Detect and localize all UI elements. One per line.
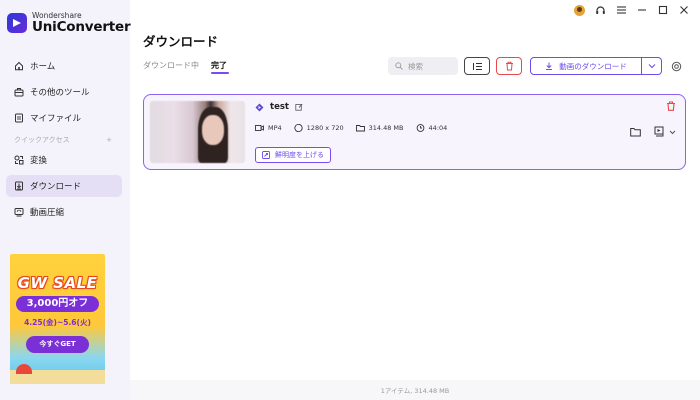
sidebar-item-label: その他のツール [30, 88, 90, 98]
sidebar-item-convert[interactable]: 変換 [6, 149, 122, 171]
item-size: 314.48 MB [355, 124, 404, 132]
video-camera-icon [255, 125, 264, 131]
promo-title: GW SALE [17, 274, 98, 292]
trash-icon [505, 61, 513, 71]
clock-icon [416, 124, 424, 132]
open-folder-icon[interactable] [630, 127, 641, 137]
folder-icon [355, 125, 365, 132]
sidebar-item-label: マイファイル [30, 114, 82, 124]
quick-access-label: クイックアクセス [14, 136, 70, 144]
page-title: ダウンロード [143, 34, 219, 49]
avatar [573, 4, 585, 16]
resolution-icon [294, 124, 303, 132]
brand: Wondershare UniConverter [7, 12, 131, 35]
sidebar-nav: ホーム その他のツール マイファイル クイックアクセス + 変換 ダウンロード … [6, 55, 122, 227]
item-delete-icon[interactable] [666, 101, 676, 111]
minimize-icon [638, 9, 646, 11]
enhance-clarity-label: 鮮明度を上げる [275, 151, 324, 159]
promo-banner[interactable]: GW SALE 3,000円オフ 4.25(金)~5.6(火) 今すぐGET [10, 254, 105, 384]
list-sort-icon [472, 62, 482, 70]
download-icon [546, 62, 553, 70]
sidebar-item-other-tools[interactable]: その他のツール [6, 81, 122, 103]
sidebar-item-label: ダウンロード [30, 182, 82, 192]
video-thumbnail[interactable] [150, 101, 245, 163]
download-icon [15, 181, 23, 191]
sidebar-item-label: 動画圧縮 [30, 208, 65, 218]
home-icon [15, 61, 23, 71]
item-title-row: test [255, 102, 303, 112]
maximize-button[interactable] [655, 4, 671, 16]
status-footer: 1アイテム, 314.48 MB [130, 380, 700, 400]
search-input[interactable]: 検索 [388, 57, 458, 75]
umbrella-icon [16, 364, 32, 374]
sidebar: Wondershare UniConverter ホーム その他のツール マイフ… [0, 0, 131, 400]
item-resolution-value: 1280 x 720 [306, 124, 344, 132]
promo-date: 4.25(金)~5.6(火) [24, 318, 91, 327]
tab-completed[interactable]: 完了 [211, 60, 227, 71]
support-button[interactable] [592, 4, 608, 16]
app-logo-icon [7, 13, 27, 33]
chevron-down-icon [648, 64, 655, 69]
sidebar-item-download[interactable]: ダウンロード [6, 175, 122, 197]
delete-all-button[interactable] [496, 57, 522, 75]
footer-summary: 1アイテム, 314.48 MB [380, 387, 450, 395]
search-icon [395, 62, 403, 70]
menu-icon [616, 6, 626, 14]
sidebar-item-home[interactable]: ホーム [6, 55, 122, 77]
close-button[interactable] [676, 4, 692, 16]
headset-icon [595, 5, 605, 14]
search-placeholder: 検索 [408, 61, 423, 71]
close-icon [680, 6, 688, 14]
sidebar-item-label: ホーム [30, 62, 56, 72]
quick-access-section: クイックアクセス + [6, 133, 122, 147]
settings-button[interactable] [669, 59, 683, 73]
file-icon [15, 113, 23, 123]
menu-button[interactable] [613, 4, 629, 16]
item-format: MP4 [255, 124, 282, 132]
active-tab-indicator [211, 72, 229, 74]
edit-icon[interactable] [295, 103, 303, 111]
account-button[interactable] [571, 4, 587, 16]
sidebar-item-compress[interactable]: 動画圧縮 [6, 201, 122, 223]
item-meta: MP4 1280 x 720 314.48 MB 44:04 [255, 124, 459, 132]
quick-access-add-button[interactable]: + [106, 136, 112, 144]
download-options-dropdown[interactable] [642, 57, 662, 75]
item-resolution: 1280 x 720 [294, 124, 344, 132]
item-title: test [270, 102, 289, 112]
sidebar-item-label: 変換 [30, 156, 48, 166]
convert-icon [14, 155, 24, 165]
toolbox-icon [14, 88, 24, 97]
download-item-card[interactable]: test MP4 1280 x 720 314.48 MB 44:04 鮮明度を… [143, 94, 686, 170]
download-video-button[interactable]: 動画のダウンロード [530, 57, 642, 75]
convert-video-icon [654, 126, 664, 137]
promo-cta-button[interactable]: 今すぐGET [26, 336, 89, 353]
window-controls [566, 4, 692, 16]
maximize-icon [658, 5, 668, 15]
item-convert-menu[interactable] [654, 126, 676, 137]
enhance-icon [262, 151, 270, 159]
chevron-down-icon [669, 130, 676, 134]
download-video-label: 動画のダウンロード [559, 61, 627, 71]
item-duration: 44:04 [416, 124, 448, 132]
gear-icon [671, 61, 681, 71]
item-format-value: MP4 [268, 124, 282, 132]
sort-button[interactable] [464, 57, 490, 75]
video-format-icon [255, 103, 264, 111]
item-size-value: 314.48 MB [368, 124, 404, 132]
item-duration-value: 44:04 [428, 124, 448, 132]
compress-icon [14, 208, 24, 217]
promo-price: 3,000円オフ [16, 296, 99, 312]
minimize-button[interactable] [634, 4, 650, 16]
brand-product: UniConverter [32, 18, 131, 35]
tab-downloading[interactable]: ダウンロード中 [143, 60, 199, 71]
enhance-clarity-button[interactable]: 鮮明度を上げる [255, 147, 331, 163]
sidebar-item-my-files[interactable]: マイファイル [6, 107, 122, 129]
